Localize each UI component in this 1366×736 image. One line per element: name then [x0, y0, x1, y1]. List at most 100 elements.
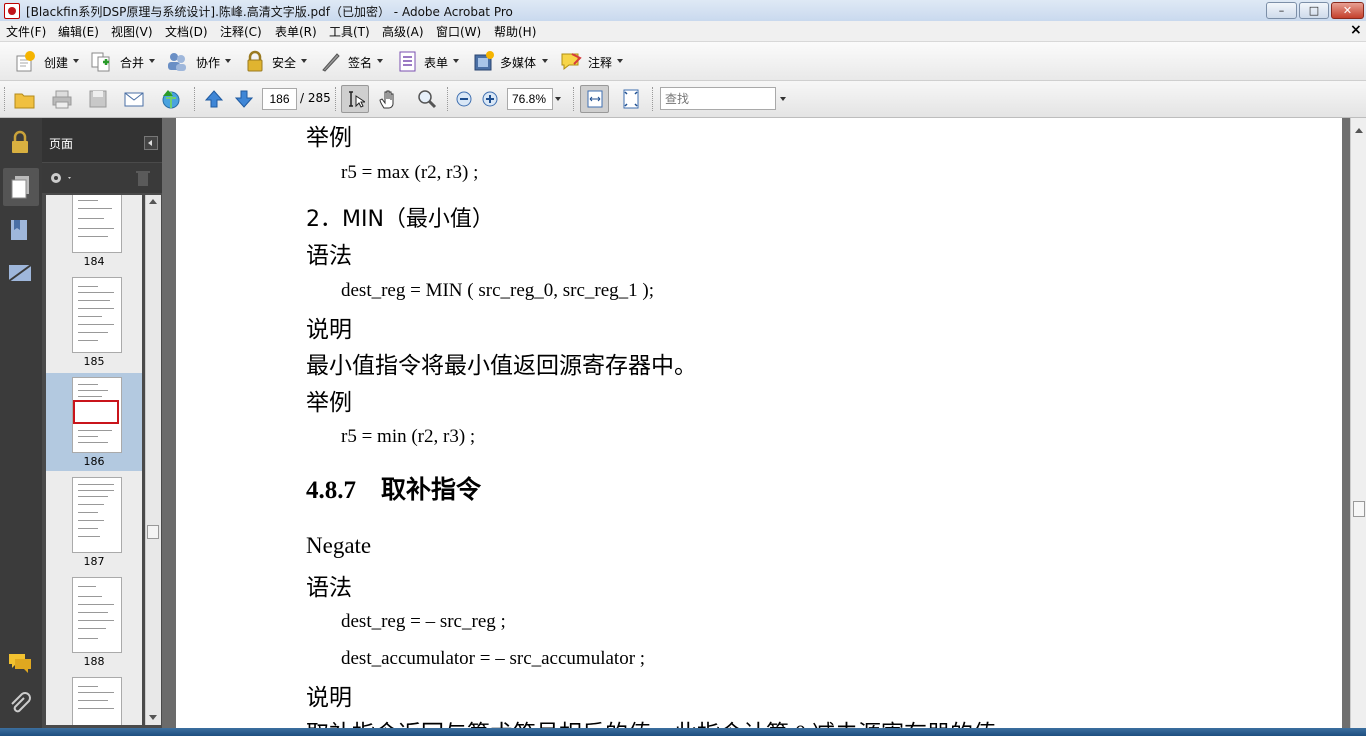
- page-number-label: 188: [83, 655, 105, 668]
- menu-comments[interactable]: 注释(C): [220, 23, 262, 40]
- security-lock-icon[interactable]: [6, 128, 34, 156]
- delete-trash-icon[interactable]: [135, 169, 151, 187]
- options-gear-icon[interactable]: [48, 170, 74, 186]
- combine-button[interactable]: 合并: [90, 50, 156, 72]
- toolbar-grip[interactable]: [194, 87, 198, 111]
- create-button[interactable]: 创建: [14, 50, 80, 72]
- chevron-down-icon: [149, 59, 155, 63]
- sign-button[interactable]: 签名: [320, 50, 386, 72]
- find-dropdown-chevron-icon[interactable]: [780, 97, 786, 101]
- scroll-up-icon[interactable]: [149, 199, 157, 204]
- collaborate-label: 协作: [196, 56, 221, 70]
- document-scrollbar[interactable]: [1350, 118, 1366, 728]
- thumbnail-image: [72, 195, 122, 253]
- save-icon[interactable]: [87, 88, 109, 110]
- upload-globe-icon[interactable]: [160, 88, 182, 110]
- forms-button[interactable]: 表单: [397, 50, 463, 72]
- toolbar-grip[interactable]: [335, 87, 339, 111]
- thumbnails-scrollbar[interactable]: [145, 195, 161, 725]
- doc-line: dest_reg = – src_reg ;: [341, 611, 506, 632]
- menu-window[interactable]: 窗口(W): [436, 23, 481, 40]
- window-title: [Blackfin系列DSP原理与系统设计].陈峰.高清文字版.pdf（已加密）…: [26, 5, 513, 19]
- pages-panel-button[interactable]: [3, 168, 39, 206]
- page-number-field[interactable]: [262, 88, 297, 110]
- zoom-in-icon[interactable]: [481, 90, 499, 108]
- toolbar-grip[interactable]: [447, 87, 451, 111]
- text-cursor-icon: [349, 91, 365, 108]
- pages-panel-title: 页面: [49, 137, 74, 151]
- signatures-icon[interactable]: [6, 259, 34, 287]
- thumbnail-image: [72, 477, 122, 553]
- menu-tools[interactable]: 工具(T): [329, 23, 370, 40]
- panel-splitter[interactable]: [162, 118, 176, 728]
- menu-file[interactable]: 文件(F): [6, 23, 46, 40]
- scroll-up-icon[interactable]: [1355, 128, 1363, 133]
- page-thumbnail-selected[interactable]: 186: [46, 373, 142, 471]
- page-thumbnail[interactable]: 184: [46, 195, 142, 271]
- thumbnail-image: [72, 677, 122, 725]
- chevron-down-icon: [377, 59, 383, 63]
- minimize-button[interactable]: –: [1266, 2, 1297, 19]
- lock-icon: [247, 50, 263, 72]
- toolbar-grip[interactable]: [573, 87, 577, 111]
- page-thumbnail[interactable]: 188: [46, 573, 142, 671]
- toolbar-grip[interactable]: [652, 87, 656, 111]
- acrobat-app-icon[interactable]: [4, 3, 20, 19]
- menu-help[interactable]: 帮助(H): [494, 23, 536, 40]
- bookmarks-icon[interactable]: [6, 216, 34, 244]
- next-page-icon[interactable]: [233, 88, 255, 110]
- page-count-label: / 285: [300, 91, 331, 105]
- page-thumbnail[interactable]: 185: [46, 273, 142, 371]
- multimedia-button[interactable]: 多媒体: [473, 50, 553, 72]
- comment-button[interactable]: 注释: [560, 50, 626, 72]
- previous-page-icon[interactable]: [203, 88, 225, 110]
- forms-label: 表单: [424, 56, 449, 70]
- visible-area-indicator[interactable]: [73, 400, 119, 424]
- attachments-paperclip-icon[interactable]: [6, 690, 34, 718]
- pages-panel-toolbar: [42, 163, 162, 193]
- sign-label: 签名: [348, 56, 373, 70]
- menu-edit[interactable]: 编辑(E): [58, 23, 99, 40]
- page-thumbnail[interactable]: 187: [46, 473, 142, 571]
- open-folder-icon[interactable]: [14, 88, 36, 110]
- select-tool-button[interactable]: [341, 85, 369, 113]
- menu-view[interactable]: 视图(V): [111, 23, 153, 40]
- zoom-tool-icon[interactable]: [416, 88, 438, 110]
- thumbnail-image: [72, 377, 122, 453]
- full-page-icon[interactable]: [620, 88, 642, 110]
- scroll-down-icon[interactable]: [149, 715, 157, 720]
- close-document-button[interactable]: ×: [1350, 22, 1362, 38]
- comments-panel-icon[interactable]: [6, 648, 34, 676]
- maximize-button[interactable]: □: [1299, 2, 1329, 19]
- doc-line: 取补指令返回与算术符号相反的值，此指令计算 0 减去源寄存器的值: [306, 714, 996, 728]
- combine-icon: [91, 52, 110, 72]
- toolbar-grip[interactable]: [4, 87, 8, 111]
- close-window-button[interactable]: ✕: [1331, 2, 1364, 19]
- thumbnails-list: 184 185 186 187 188: [46, 195, 142, 725]
- scrollbar-thumb[interactable]: [147, 525, 159, 539]
- menu-forms[interactable]: 表单(R): [275, 23, 317, 40]
- find-input[interactable]: [660, 87, 776, 110]
- collaborate-button[interactable]: 协作: [166, 50, 232, 72]
- combine-label: 合并: [120, 56, 145, 70]
- secure-button[interactable]: 安全: [244, 50, 310, 72]
- zoom-out-icon[interactable]: [455, 90, 473, 108]
- page-thumbnail[interactable]: [46, 673, 142, 725]
- menu-advanced[interactable]: 高级(A): [382, 23, 424, 40]
- doc-line: 说明: [306, 685, 352, 710]
- doc-line: 语法: [306, 243, 352, 268]
- doc-line: Negate: [306, 533, 372, 558]
- hand-tool-icon[interactable]: [378, 88, 400, 110]
- chevron-down-icon: [73, 59, 79, 63]
- doc-line: r5 = min (r2, r3) ;: [341, 426, 476, 447]
- collapse-panel-button[interactable]: [144, 136, 158, 150]
- email-icon[interactable]: [123, 88, 145, 110]
- scrollbar-thumb[interactable]: [1353, 501, 1365, 517]
- document-view[interactable]: 举例 r5 = max (r2, r3) ; 2．MIN（最小值） 语法 des…: [176, 118, 1350, 728]
- print-icon[interactable]: [51, 88, 73, 110]
- pdf-page: 举例 r5 = max (r2, r3) ; 2．MIN（最小值） 语法 des…: [176, 118, 1342, 728]
- menu-document[interactable]: 文档(D): [165, 23, 208, 40]
- zoom-level-field[interactable]: [507, 88, 553, 110]
- zoom-dropdown-chevron-icon[interactable]: [555, 97, 561, 101]
- scrolling-mode-button[interactable]: [580, 85, 609, 113]
